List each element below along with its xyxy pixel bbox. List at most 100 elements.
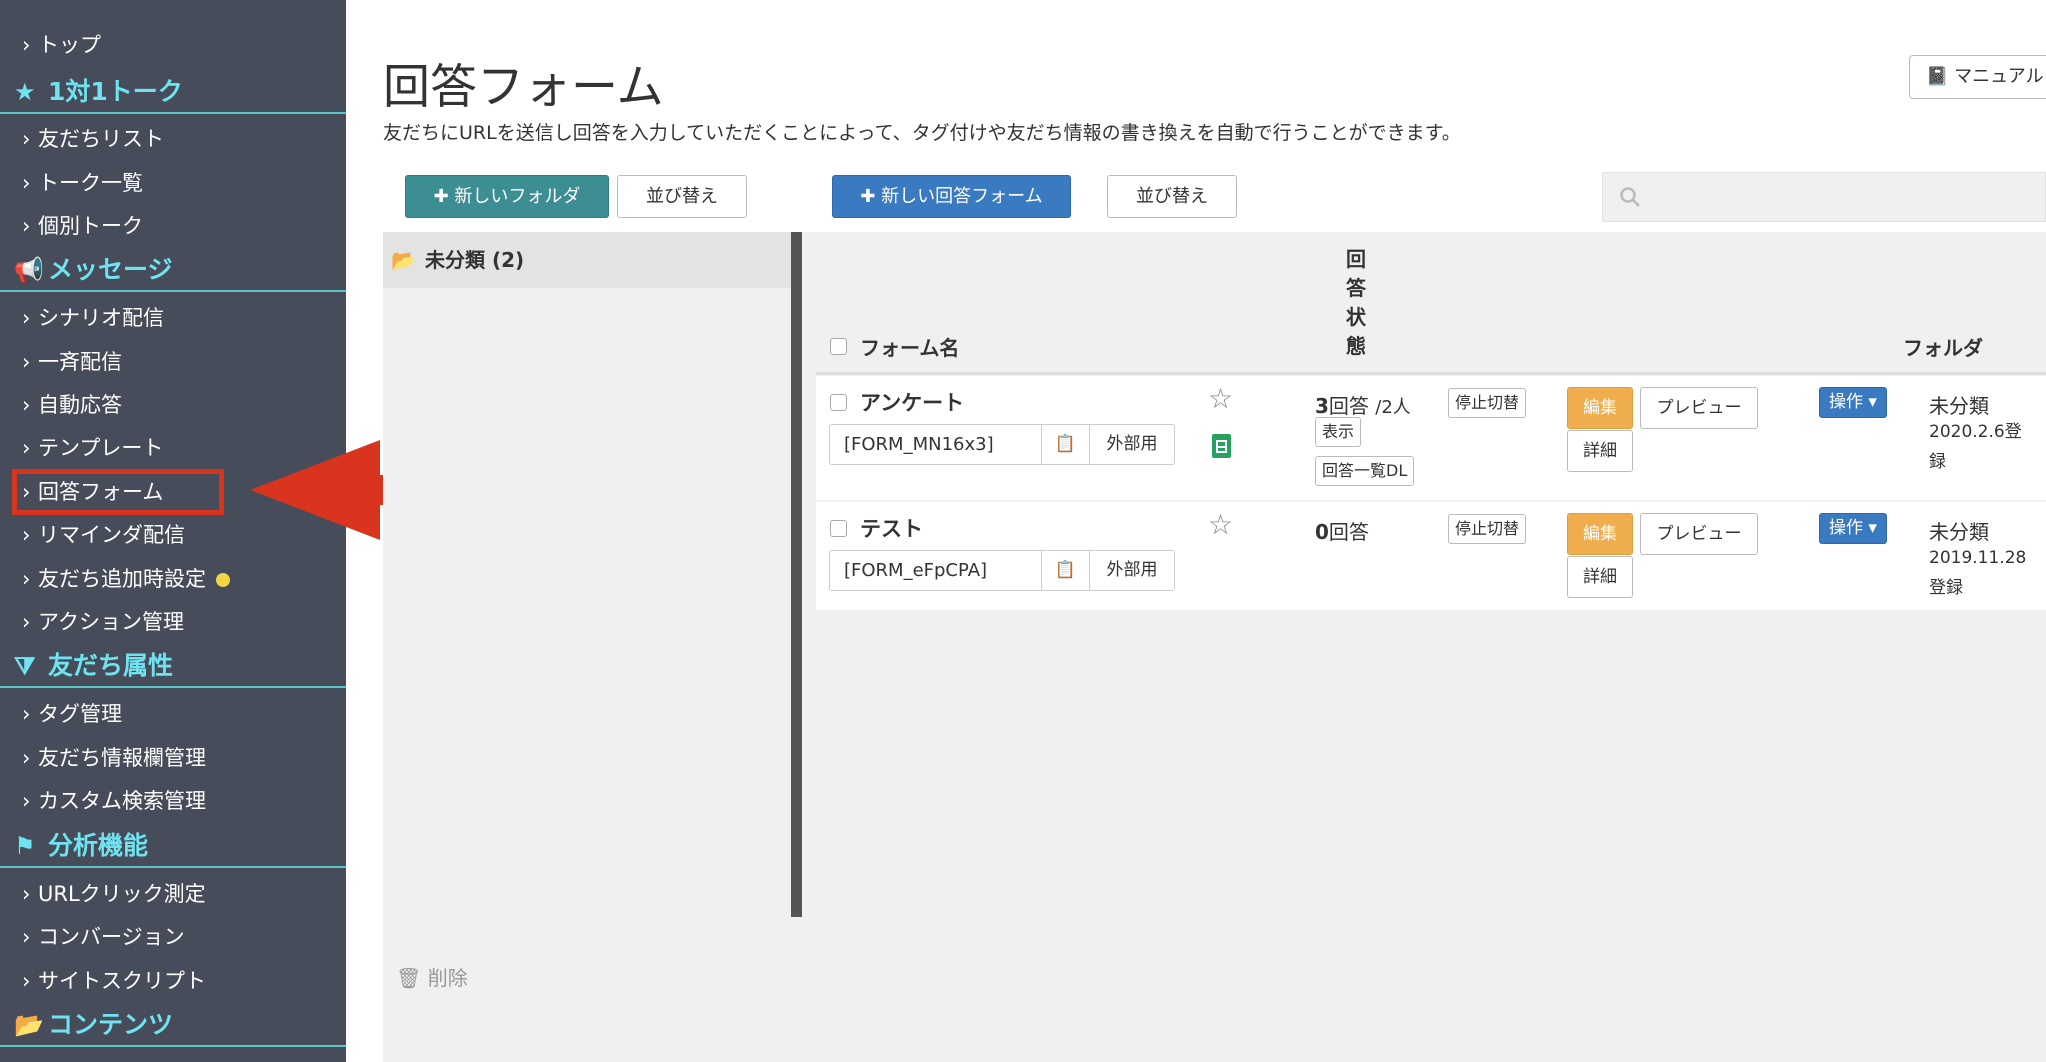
highlight-box (12, 469, 224, 515)
sidebar-item-url-click[interactable]: › URLクリック測定 (22, 877, 206, 911)
preview-button[interactable]: プレビュー (1640, 513, 1758, 555)
folder-panel: 📂 未分類 (2) (383, 232, 791, 917)
caret-down-icon: ▾ (1863, 518, 1877, 538)
response-count: 0回答 (1315, 520, 1369, 544)
folder-open-icon: 📂 (391, 248, 416, 272)
form-code-group: [FORM_MN16x3] 📋 外部用 (829, 424, 1175, 465)
header-divider (816, 372, 2046, 375)
folder-open-icon: 📂 (14, 1011, 44, 1039)
form-code: [FORM_eFpCPA] (830, 551, 1042, 590)
form-code: [FORM_MN16x3] (830, 425, 1042, 464)
star-icon: ★ (14, 78, 36, 106)
sidebar-section-analysis: ⚑ 分析機能 (0, 824, 346, 868)
chevron-right-icon: › (22, 789, 31, 813)
favorite-star-icon[interactable]: ☆ (1208, 508, 1233, 541)
chevron-right-icon: › (22, 969, 31, 993)
sidebar-section-talk: ★ 1対1トーク (0, 70, 346, 114)
sidebar-item-broadcast[interactable]: › 一斉配信 (22, 345, 122, 379)
sidebar-item-auto-reply[interactable]: › 自動応答 (22, 388, 122, 422)
sidebar-item-friend-add-settings[interactable]: › 友だち追加時設定 (22, 562, 230, 596)
plus-icon: ✚ (860, 186, 882, 207)
detail-button[interactable]: 詳細 (1567, 556, 1633, 598)
show-responses-button[interactable]: 表示 (1315, 417, 1362, 447)
sidebar-item-site-script[interactable]: › サイトスクリプト (22, 964, 206, 998)
filter-icon: ⧩ (14, 652, 36, 680)
folder-cell: 未分類 (1929, 394, 1989, 418)
operation-dropdown[interactable]: 操作 ▾ (1819, 387, 1887, 418)
edit-button[interactable]: 編集 (1567, 513, 1633, 555)
search-icon (1620, 187, 1640, 207)
sidebar-item-friend-list[interactable]: › 友だちリスト (22, 122, 164, 156)
sidebar-item-custom-search[interactable]: › カスタム検索管理 (22, 784, 206, 818)
external-link-button[interactable]: 外部用 (1090, 551, 1174, 590)
row-checkbox[interactable] (830, 394, 847, 411)
clipboard-icon: 📋 (1054, 434, 1077, 454)
chevron-right-icon: › (22, 702, 31, 726)
download-responses-button[interactable]: 回答一覧DL (1315, 456, 1415, 486)
chevron-right-icon: › (22, 393, 31, 417)
sidebar-item-template[interactable]: › テンプレート (22, 431, 163, 465)
chevron-right-icon: › (22, 171, 31, 195)
sidebar-item-friend-info-mgmt[interactable]: › 友だち情報欄管理 (22, 741, 206, 775)
registered-date: 2020.2.6登録 (1929, 422, 2022, 472)
favorite-star-icon[interactable]: ☆ (1208, 382, 1233, 415)
preview-button[interactable]: プレビュー (1640, 387, 1758, 429)
flag-icon: ⚑ (14, 832, 36, 860)
chevron-right-icon: › (22, 610, 31, 634)
sidebar-item-conversion[interactable]: › コンバージョン (22, 920, 185, 954)
plus-icon: ✚ (433, 186, 455, 207)
sidebar-item-individual-talk[interactable]: › 個別トーク (22, 209, 143, 243)
spreadsheet-icon[interactable] (1212, 434, 1231, 458)
chevron-right-icon: › (22, 127, 31, 151)
form-name[interactable]: アンケート (860, 387, 964, 417)
toggle-stop-button[interactable]: 停止切替 (1448, 388, 1527, 418)
manual-button[interactable]: 📓 マニュアル (1909, 55, 2046, 99)
chevron-right-icon: › (22, 33, 31, 57)
sidebar-item-tag-mgmt[interactable]: › タグ管理 (22, 697, 122, 731)
copy-code-button[interactable]: 📋 (1042, 425, 1090, 464)
sidebar-item-scenario[interactable]: › シナリオ配信 (22, 301, 164, 335)
column-header-folder: フォルダ (1903, 336, 1983, 360)
sidebar-item-action-mgmt[interactable]: › アクション管理 (22, 605, 184, 639)
chevron-right-icon: › (22, 306, 31, 330)
response-count: 3回答 /2人 (1315, 394, 1411, 418)
panel-splitter[interactable] (791, 232, 802, 917)
notification-dot (216, 573, 230, 587)
chevron-right-icon: › (22, 925, 31, 949)
sidebar-section-contents: 📂 コンテンツ (0, 1003, 346, 1047)
chevron-right-icon: › (22, 746, 31, 770)
edit-button[interactable]: 編集 (1567, 387, 1633, 429)
new-form-button[interactable]: ✚ 新しい回答フォーム (832, 175, 1071, 218)
search-input[interactable] (1602, 172, 2046, 222)
delete-button[interactable]: 🗑 削除 (396, 962, 468, 991)
select-all-checkbox[interactable] (830, 338, 847, 355)
folder-cell: 未分類 (1929, 520, 1989, 544)
chevron-right-icon: › (22, 350, 31, 374)
folder-item-uncategorized[interactable]: 📂 未分類 (2) (383, 232, 791, 288)
sort-folders-button[interactable]: 並び替え (617, 175, 747, 218)
sort-forms-button[interactable]: 並び替え (1107, 175, 1237, 218)
sidebar-section-attr: ⧩ 友だち属性 (0, 644, 346, 688)
detail-button[interactable]: 詳細 (1567, 430, 1633, 472)
operation-dropdown[interactable]: 操作 ▾ (1819, 513, 1887, 544)
sidebar-item-reminder[interactable]: › リマインダ配信 (22, 518, 185, 552)
copy-code-button[interactable]: 📋 (1042, 551, 1090, 590)
clipboard-icon: 📋 (1054, 560, 1077, 580)
sidebar-section-message: 📢 メッセージ (0, 248, 346, 292)
form-name[interactable]: テスト (860, 513, 923, 543)
book-icon: 📓 (1926, 66, 1955, 87)
sidebar-item-talk-list[interactable]: › トーク一覧 (22, 166, 143, 200)
form-code-group: [FORM_eFpCPA] 📋 外部用 (829, 550, 1175, 591)
toggle-stop-button[interactable]: 停止切替 (1448, 514, 1527, 544)
chevron-right-icon: › (22, 523, 31, 547)
chevron-right-icon: › (22, 882, 31, 906)
sidebar-item-top[interactable]: › トップ (22, 28, 101, 62)
chevron-right-icon: › (22, 436, 31, 460)
row-checkbox[interactable] (830, 520, 847, 537)
external-link-button[interactable]: 外部用 (1090, 425, 1174, 464)
new-folder-button[interactable]: ✚ 新しいフォルダ (405, 175, 609, 218)
page-title: 回答フォーム (383, 60, 664, 115)
form-list-panel (802, 232, 2046, 1062)
page-description: 友だちにURLを送信し回答を入力していただくことによって、タグ付けや友だち情報の… (383, 122, 1461, 144)
trash-icon: 🗑 (396, 966, 428, 990)
